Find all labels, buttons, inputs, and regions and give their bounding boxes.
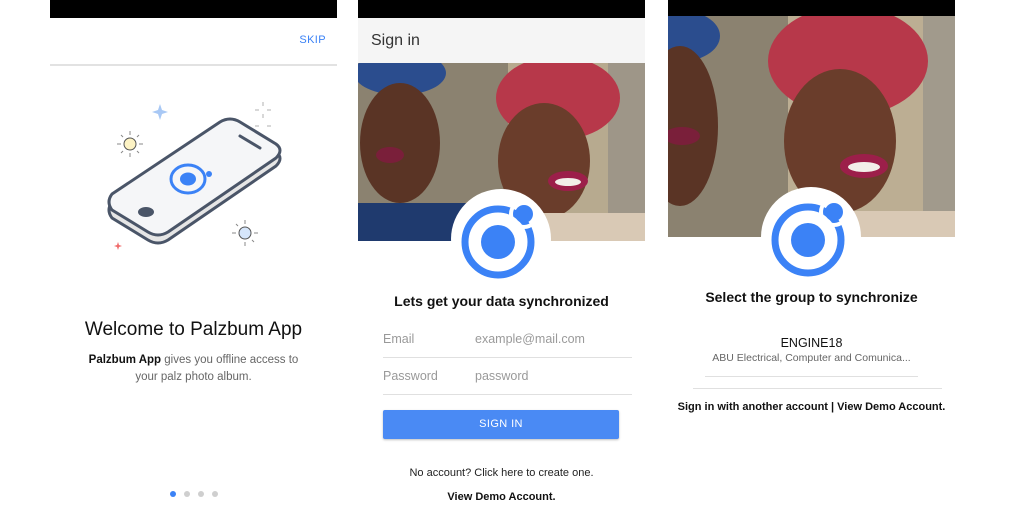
signin-header: Sign in <box>358 18 645 63</box>
password-field-row: Password <box>383 358 632 395</box>
view-demo-link[interactable]: View Demo Account. <box>837 401 945 413</box>
password-input[interactable] <box>475 365 630 387</box>
app-name-bold: Palzbum App <box>88 354 162 366</box>
welcome-title: Welcome to Palzbum App <box>84 319 303 340</box>
welcome-description: Palzbum App gives you offline access to … <box>80 352 307 386</box>
divider <box>693 388 942 389</box>
logo-badge <box>761 187 861 287</box>
ionic-logo-icon <box>461 199 539 279</box>
onboarding-screen: SKIP Welcome to Palzbum App Palzbum App … <box>50 0 337 521</box>
email-input[interactable] <box>475 328 630 350</box>
logo-badge <box>451 189 551 289</box>
another-account-link[interactable]: Sign in with another account <box>678 401 828 413</box>
sun-left-icon <box>117 131 143 157</box>
sun-right-icon <box>232 220 258 246</box>
pagination-dots <box>50 491 337 497</box>
select-group-heading: Select the group to synchronize <box>705 289 918 305</box>
group-list-item[interactable]: ENGINE18 ABU Electrical, Computer and Co… <box>705 330 918 377</box>
pagination-dot-1[interactable] <box>169 491 176 497</box>
email-field-row: Email <box>383 321 632 358</box>
onboarding-toolbar: SKIP <box>50 18 337 66</box>
status-bar <box>358 0 645 18</box>
sparkle-dots-icon <box>255 102 271 127</box>
header-title: Sign in <box>371 32 420 49</box>
pagination-dot-4[interactable] <box>211 491 218 497</box>
ionic-logo-icon <box>771 197 849 277</box>
signin-heading: Lets get your data synchronized <box>394 293 609 309</box>
signin-screen: Sign in Lets get your data synchronized … <box>358 0 645 521</box>
pagination-dot-2[interactable] <box>183 491 190 497</box>
pagination-dot-3[interactable] <box>197 491 204 497</box>
group-description: ABU Electrical, Computer and Comunica... <box>712 352 911 364</box>
link-separator: | <box>827 401 838 413</box>
password-label: Password <box>383 369 438 383</box>
sign-in-button[interactable]: SIGN IN <box>383 410 619 439</box>
select-group-screen: Select the group to synchronize ENGINE18… <box>668 0 955 521</box>
create-account-link[interactable]: No account? Click here to create one. <box>358 467 645 479</box>
email-label: Email <box>383 332 415 346</box>
view-demo-link[interactable]: View Demo Account. <box>358 491 645 503</box>
star-small-icon <box>114 242 122 250</box>
skip-button[interactable]: SKIP <box>299 34 326 46</box>
group-name: ENGINE18 <box>780 336 843 350</box>
phone-illustration <box>107 102 282 250</box>
status-bar <box>50 0 337 18</box>
account-links: Sign in with another account | View Demo… <box>668 401 955 413</box>
sparkle-icon <box>152 104 168 120</box>
